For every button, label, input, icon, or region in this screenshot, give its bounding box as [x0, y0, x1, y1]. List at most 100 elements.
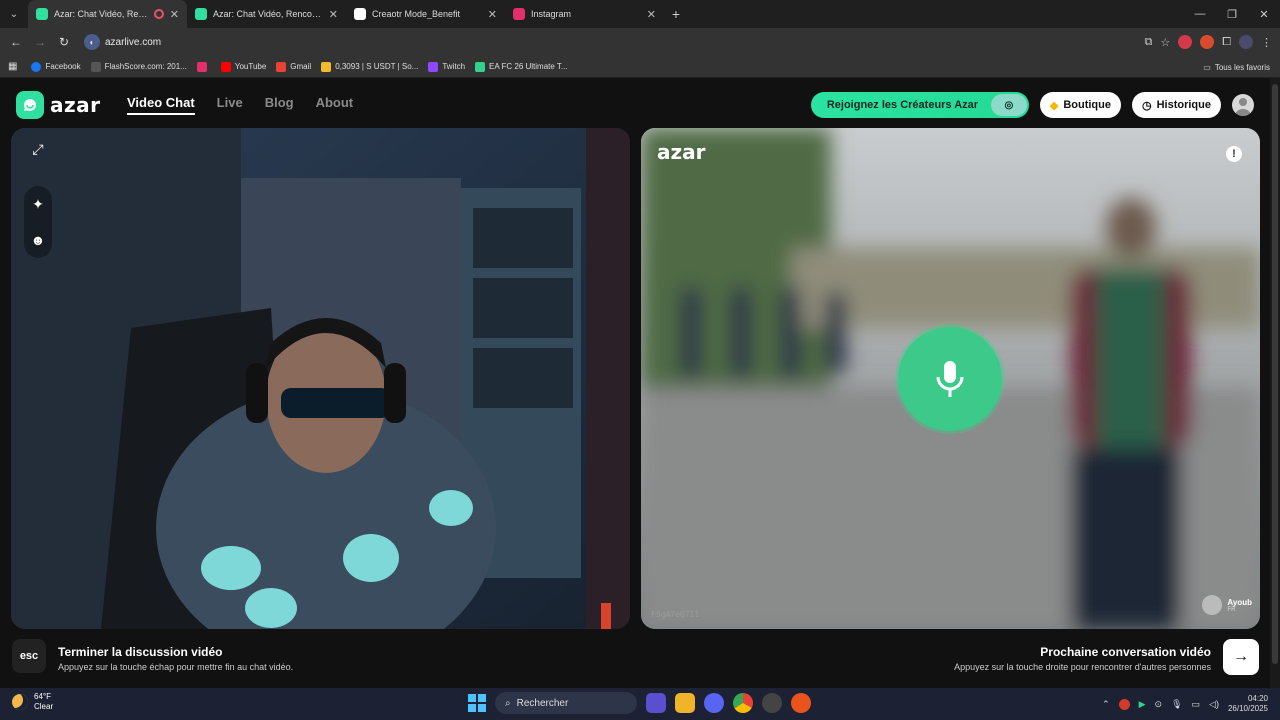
bookmark-eafc[interactable]: EA FC 26 Ultimate T...	[475, 61, 568, 72]
arrow-right-icon: →	[1233, 648, 1249, 665]
tab-azar-active[interactable]: Azar: Chat Vidéo, Rencontr ✕	[28, 0, 187, 28]
tray-mic-icon[interactable]: 🎙︎	[1171, 699, 1182, 710]
close-tab-icon[interactable]: ✕	[488, 8, 497, 21]
search-icon: ⌕	[505, 697, 511, 709]
extension-icon[interactable]	[1178, 35, 1193, 49]
join-creators-label: Rejoignez les Créateurs Azar	[826, 99, 979, 111]
next-chat-button[interactable]: →	[1223, 639, 1259, 675]
weather-condition: Clear	[34, 702, 54, 711]
apps-grid-icon[interactable]: ▦	[8, 61, 17, 72]
os-taskbar: 64°F Clear ⌕ Rechercher ⌃ ▶ ⊙ 🎙︎ ▭ ◁) 04…	[0, 688, 1280, 720]
steam-icon[interactable]	[762, 693, 782, 713]
tab-azar-2[interactable]: Azar: Chat Vidéo, Rencontrer d ✕	[187, 0, 346, 28]
discord-icon[interactable]	[704, 693, 724, 713]
chrome-icon[interactable]	[733, 693, 753, 713]
new-tab-button[interactable]: +	[664, 6, 688, 22]
flashscore-icon	[90, 61, 101, 72]
file-explorer-icon[interactable]	[675, 693, 695, 713]
tab-creator-mode[interactable]: Creaotr Mode_Benefit ✕	[346, 0, 505, 28]
moon-icon	[12, 694, 28, 710]
tab-search-icon[interactable]: ⌄	[0, 0, 28, 28]
recording-icon	[153, 9, 164, 19]
site-header: azar Video Chat Live Blog About Rejoigne…	[0, 78, 1270, 128]
install-app-icon[interactable]: ⧉	[1144, 36, 1152, 49]
tray-play-icon[interactable]: ▶	[1139, 699, 1146, 710]
volume-icon[interactable]: ◁)	[1209, 699, 1219, 710]
close-tab-icon[interactable]: ✕	[170, 8, 179, 21]
close-tab-icon[interactable]: ✕	[647, 8, 656, 21]
address-bar-row: ← → ↻ ◐ azarlive.com ⧉ ☆ ⧠ ⋮	[0, 28, 1280, 56]
end-chat-title: Terminer la discussion vidéo	[58, 645, 223, 659]
twitch-icon	[428, 61, 439, 72]
system-tray: ⌃ ▶ ⊙ 🎙︎ ▭ ◁) 04:20 26/10/2025	[1102, 688, 1268, 720]
bookmark-youtube[interactable]: YouTube	[220, 61, 266, 72]
scrollbar-thumb[interactable]	[1272, 84, 1278, 664]
tray-expand-icon[interactable]: ⌃	[1102, 699, 1110, 710]
close-tab-icon[interactable]: ✕	[329, 8, 338, 21]
voice-indicator	[895, 324, 1005, 434]
bookmark-binance[interactable]: 0,3093 | S USDT | So...	[321, 61, 418, 72]
search-placeholder: Rechercher	[516, 697, 569, 709]
tab-title: Instagram	[531, 9, 572, 19]
shop-label: Boutique	[1063, 99, 1111, 111]
profile-icon[interactable]	[1239, 35, 1253, 49]
game-app-icon[interactable]	[791, 693, 811, 713]
back-icon[interactable]: ←	[4, 35, 28, 49]
face-filter-icon[interactable]: ☻	[27, 229, 49, 251]
weather-widget[interactable]: 64°F Clear	[12, 692, 53, 712]
video-side-tools: ⤢	[27, 138, 49, 160]
minimize-icon[interactable]: —	[1184, 0, 1216, 28]
menu-kebab-icon[interactable]: ⋮	[1261, 36, 1272, 49]
creator-badge-icon: ◎	[990, 94, 1027, 116]
page-scrollbar[interactable]	[1270, 78, 1280, 688]
user-avatar[interactable]	[1232, 94, 1254, 116]
extensions-puzzle-icon[interactable]: ⧠	[1222, 36, 1231, 49]
history-button[interactable]: ◷ Historique	[1131, 92, 1221, 118]
end-chat-esc-button[interactable]: esc	[12, 639, 46, 673]
logo-wordmark: azar	[50, 93, 101, 117]
taskbar-clock[interactable]: 04:20 26/10/2025	[1228, 694, 1268, 714]
restore-icon[interactable]: ❐	[1216, 0, 1248, 28]
tray-steam-icon[interactable]: ⊙	[1155, 699, 1163, 710]
bookmark-star-icon[interactable]: ☆	[1160, 36, 1170, 49]
bookmark-gmail[interactable]: Gmail	[276, 61, 311, 72]
bookmark-label: EA FC 26 Ultimate T...	[489, 62, 568, 71]
store-icon[interactable]	[646, 693, 666, 713]
extension-icon[interactable]	[1200, 35, 1215, 49]
peer-name: Ayoub	[1227, 597, 1252, 607]
bookmark-facebook[interactable]: Facebook	[31, 61, 81, 72]
bookmark-flashscore[interactable]: FlashScore.com: 201...	[90, 61, 187, 72]
chat-footer: esc Terminer la discussion vidéo Appuyez…	[0, 638, 1270, 688]
forward-icon[interactable]: →	[28, 35, 52, 49]
instagram-icon	[196, 61, 207, 72]
nav-about[interactable]: About	[316, 95, 354, 115]
bookmark-instagram[interactable]	[196, 61, 211, 72]
url-field[interactable]: ◐ azarlive.com	[84, 34, 161, 50]
url-text: azarlive.com	[105, 36, 162, 48]
nav-live[interactable]: Live	[217, 95, 243, 115]
azar-logo[interactable]: azar	[16, 91, 101, 119]
shop-button[interactable]: ◆ Boutique	[1039, 92, 1121, 118]
join-creators-button[interactable]: Rejoignez les Créateurs Azar ◎	[810, 92, 1029, 118]
report-alert-icon[interactable]: !	[1226, 146, 1242, 162]
close-window-icon[interactable]: ✕	[1248, 0, 1280, 28]
remote-video: azar ! F5gA7eQ7I1 Ayoub FR	[641, 128, 1260, 629]
local-video: ⤢ ✦ ☻	[11, 128, 630, 629]
peer-info[interactable]: Ayoub FR	[1202, 595, 1252, 615]
site-info-icon[interactable]: ◐	[84, 34, 100, 50]
instagram-favicon-icon	[513, 8, 525, 20]
nav-video-chat[interactable]: Video Chat	[127, 95, 195, 115]
ai-effects-icon[interactable]: ✦	[27, 193, 49, 215]
tab-instagram[interactable]: Instagram ✕	[505, 0, 664, 28]
bookmark-label: Facebook	[45, 62, 81, 71]
youtube-icon	[220, 61, 231, 72]
bookmark-twitch[interactable]: Twitch	[428, 61, 465, 72]
network-icon[interactable]: ▭	[1192, 699, 1201, 710]
tray-app-icon[interactable]	[1118, 698, 1130, 710]
nav-blog[interactable]: Blog	[265, 95, 294, 115]
windows-start-icon[interactable]	[468, 694, 486, 712]
all-bookmarks[interactable]: ▭ Tous les favoris	[1203, 56, 1270, 78]
reload-icon[interactable]: ↻	[52, 35, 76, 49]
taskbar-search[interactable]: ⌕ Rechercher	[495, 692, 637, 714]
fullscreen-toggle-icon[interactable]: ⤢	[27, 138, 49, 160]
